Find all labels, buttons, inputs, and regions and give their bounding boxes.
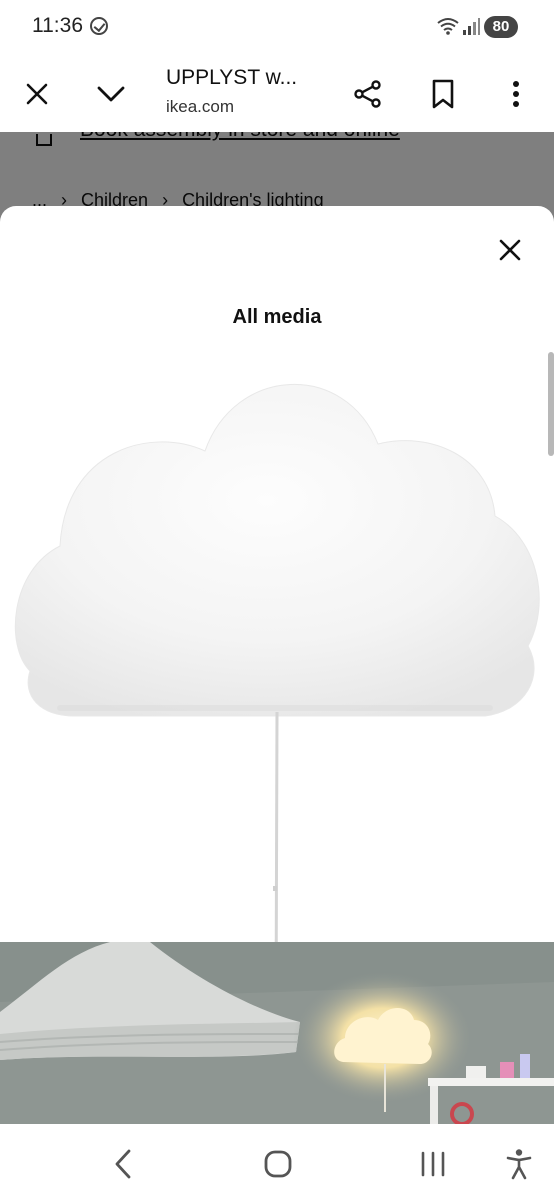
bookmark-button[interactable]	[421, 72, 465, 116]
back-button[interactable]	[101, 1142, 145, 1186]
accessibility-icon	[506, 1149, 532, 1180]
close-icon	[499, 239, 521, 261]
media-modal: All media	[0, 206, 554, 1124]
product-image-cloud-lamp[interactable]	[0, 346, 554, 942]
home-icon	[264, 1150, 292, 1178]
signal-icon	[463, 18, 480, 35]
minimize-button[interactable]	[89, 72, 133, 116]
share-icon	[354, 80, 381, 108]
wifi-icon	[437, 18, 459, 35]
chevron-down-icon	[97, 86, 125, 102]
share-button[interactable]	[346, 72, 390, 116]
home-button[interactable]	[256, 1142, 300, 1186]
battery-indicator: 80	[484, 16, 518, 38]
screen: 11:36 80 UPPLYST w... ikea.com All media	[0, 0, 554, 1200]
modal-title: All media	[232, 306, 322, 328]
accessibility-button[interactable]	[497, 1142, 541, 1186]
modal-close-button[interactable]	[490, 230, 530, 270]
more-vert-icon	[513, 81, 519, 107]
status-time: 11:36	[32, 14, 83, 37]
recents-button[interactable]	[411, 1142, 455, 1186]
close-tab-button[interactable]	[15, 72, 59, 116]
bookmark-icon	[432, 79, 454, 109]
page-domain: ikea.com	[166, 97, 235, 116]
close-icon	[26, 83, 48, 105]
back-icon	[115, 1149, 131, 1179]
status-bar: 11:36 80	[0, 0, 554, 56]
more-options-button[interactable]	[494, 72, 538, 116]
recents-icon	[421, 1151, 445, 1177]
sync-check-icon	[90, 17, 108, 35]
product-image-lifestyle[interactable]	[0, 942, 554, 1124]
page-title: UPPLYST w...	[166, 66, 298, 89]
battery-level: 80	[492, 18, 510, 35]
navigation-bar	[0, 1124, 554, 1200]
browser-header: UPPLYST w... ikea.com	[0, 56, 554, 132]
